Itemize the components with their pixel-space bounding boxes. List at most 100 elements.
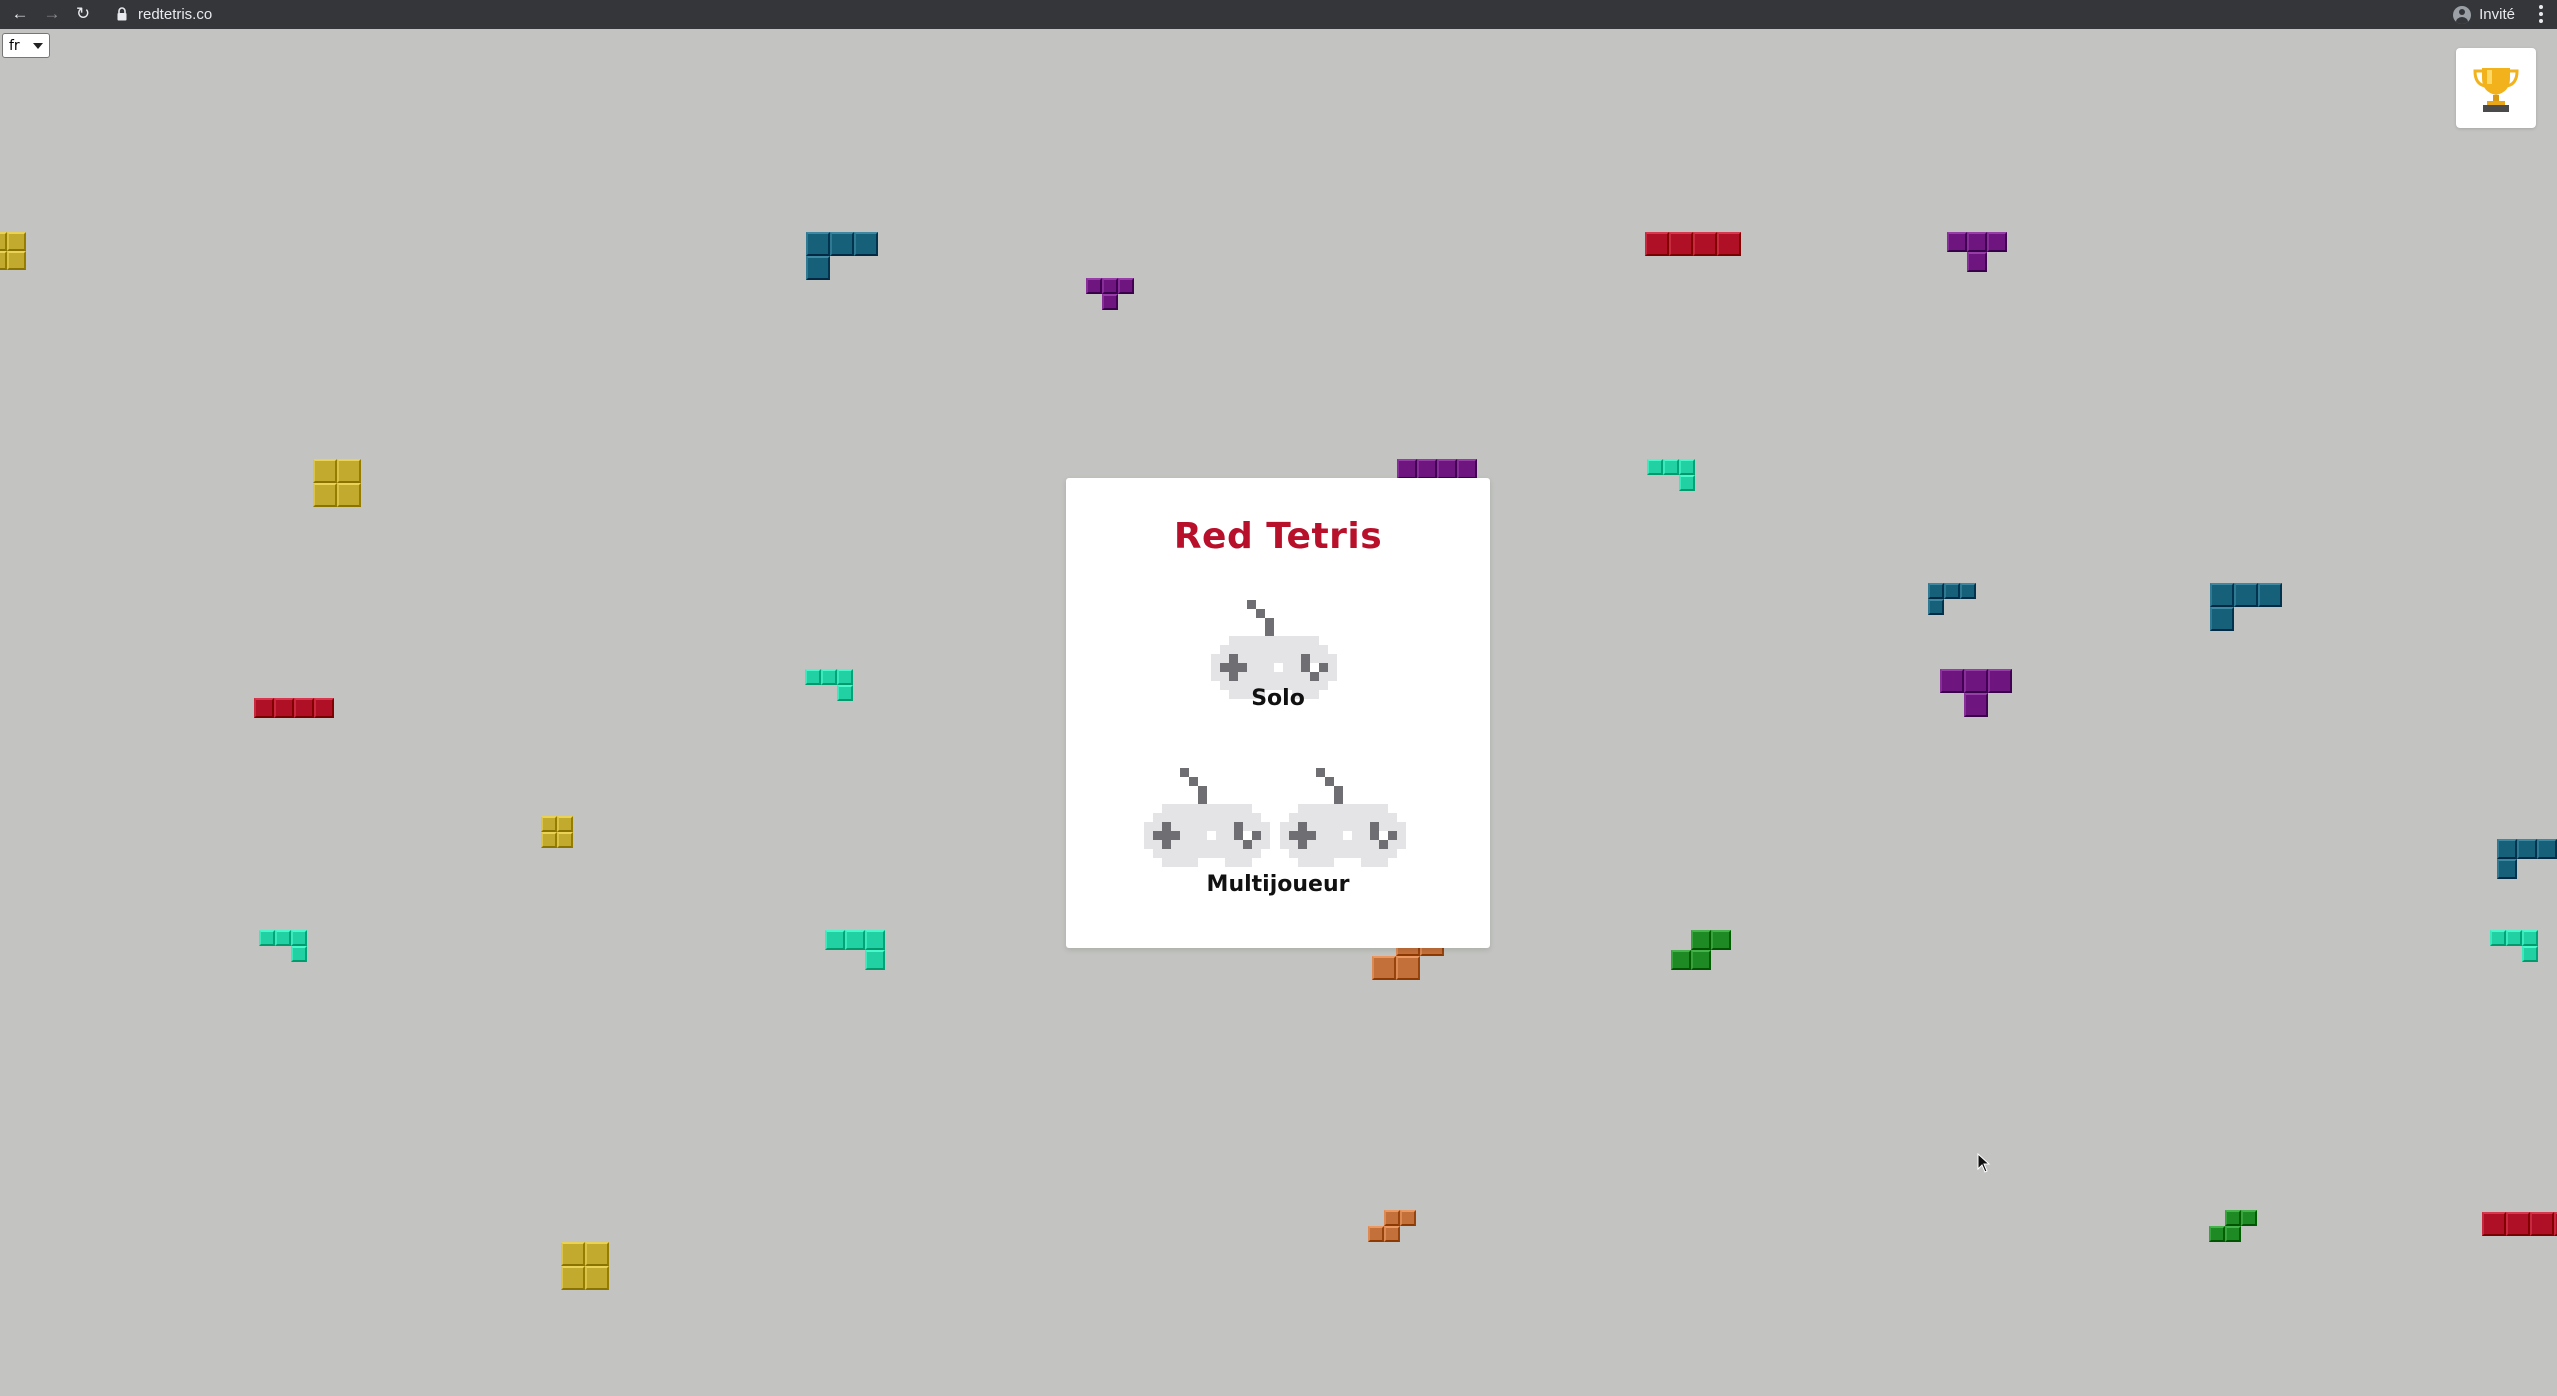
tetromino-block (821, 669, 837, 685)
tetromino-block (2210, 607, 2234, 631)
tetromino-block (0, 232, 7, 251)
tetromino-block (337, 459, 361, 483)
tetromino-block (1647, 459, 1663, 475)
trophy-icon (2473, 68, 2519, 112)
profile-button[interactable]: Invité (2453, 0, 2515, 29)
browser-menu-icon[interactable] (2539, 5, 2543, 25)
tetromino-block (1964, 693, 1988, 717)
tetromino-block (2241, 1210, 2257, 1226)
tetromino-block (585, 1266, 609, 1290)
tetromino-block (7, 232, 26, 251)
tetromino-block (1679, 475, 1695, 491)
tetromino-block (1671, 950, 1691, 970)
tetromino-block (1397, 459, 1417, 479)
multiplayer-mode-button[interactable]: Multijoueur (1066, 768, 1490, 908)
tetromino-block (2225, 1226, 2241, 1242)
tetromino-block (837, 669, 853, 685)
tetromino-block (837, 685, 853, 701)
tetromino-block (557, 832, 573, 848)
tetromino-block (1384, 1226, 1400, 1242)
tetromino-block (254, 698, 274, 718)
profile-label: Invité (2479, 6, 2515, 23)
tetromino-block (2225, 1210, 2241, 1226)
tetromino-block (1679, 459, 1695, 475)
gamepad-icon (1280, 768, 1406, 871)
gamepad-icon (1144, 768, 1270, 871)
tetromino-block (1437, 459, 1457, 479)
reload-icon[interactable]: ↻ (73, 4, 93, 24)
tetromino-block (1372, 956, 1396, 980)
mouse-cursor-icon (1977, 1153, 1991, 1173)
tetromino-block (2490, 930, 2506, 946)
tetromino-block (2506, 930, 2522, 946)
tetromino-block (1964, 669, 1988, 693)
language-select[interactable]: fr (2, 33, 50, 58)
tetromino-block (274, 698, 294, 718)
solo-mode-button[interactable]: Solo (1066, 600, 1490, 730)
tetromino-block (2517, 839, 2537, 859)
tetromino-block (541, 816, 557, 832)
tetromino-block (291, 930, 307, 946)
tetromino-block (1947, 232, 1967, 252)
tetromino-block (2209, 1226, 2225, 1242)
tetromino-block (1693, 232, 1717, 256)
tetromino-block (2210, 583, 2234, 607)
tetromino-block (1711, 930, 1731, 950)
tetromino-block (0, 251, 7, 270)
tetromino-block (2234, 583, 2258, 607)
tetromino-block (313, 459, 337, 483)
lock-icon (117, 7, 127, 21)
tetromino-block (854, 232, 878, 256)
tetromino-block (1717, 232, 1741, 256)
tetromino-block (314, 698, 334, 718)
tetromino-block (275, 930, 291, 946)
tetromino-block (1384, 1210, 1400, 1226)
game-title: Red Tetris (1173, 516, 1383, 557)
tetromino-block (585, 1242, 609, 1266)
tetromino-block (541, 832, 557, 848)
tetromino-block (2506, 1212, 2530, 1236)
tetromino-block (2522, 930, 2538, 946)
tetromino-block (2497, 839, 2517, 859)
tetromino-block (1396, 956, 1420, 980)
tetromino-block (830, 232, 854, 256)
leaderboard-button[interactable] (2456, 48, 2536, 128)
tetromino-block (337, 483, 361, 507)
back-arrow-icon[interactable]: ← (10, 4, 30, 24)
tetromino-block (845, 930, 865, 950)
tetromino-block (1417, 459, 1437, 479)
tetromino-block (313, 483, 337, 507)
tetromino-block (1102, 278, 1118, 294)
tetromino-block (2497, 859, 2517, 879)
tetromino-block (2537, 839, 2557, 859)
tetromino-block (1691, 950, 1711, 970)
tetromino-block (7, 251, 26, 270)
tetromino-block (557, 816, 573, 832)
tetromino-block (1457, 459, 1477, 479)
address-bar-url[interactable]: redtetris.co (138, 0, 212, 29)
tetromino-block (1102, 294, 1118, 310)
tetromino-block (1645, 232, 1669, 256)
tetromino-block (806, 256, 830, 280)
tetromino-block (1944, 583, 1960, 599)
tetromino-block (1118, 278, 1134, 294)
tetromino-block (1928, 599, 1944, 615)
tetromino-block (294, 698, 314, 718)
tetromino-block (2258, 583, 2282, 607)
forward-arrow-icon[interactable]: → (42, 4, 62, 24)
tetromino-block (1663, 459, 1679, 475)
tetromino-block (561, 1266, 585, 1290)
tetromino-block (2482, 1212, 2506, 1236)
tetromino-block (291, 946, 307, 962)
tetromino-block (806, 232, 830, 256)
profile-avatar-icon (2453, 5, 2472, 24)
tetromino-block (1988, 669, 2012, 693)
tetromino-block (1967, 232, 1987, 252)
tetromino-block (1086, 278, 1102, 294)
tetromino-block (259, 930, 275, 946)
game-menu-card: Red Tetris Solo Multijoueur (1066, 478, 1490, 948)
browser-toolbar: ← → ↻ redtetris.co Invité (0, 0, 2557, 29)
tetromino-block (1987, 232, 2007, 252)
solo-mode-label: Solo (1251, 686, 1305, 711)
tetromino-block (1669, 232, 1693, 256)
